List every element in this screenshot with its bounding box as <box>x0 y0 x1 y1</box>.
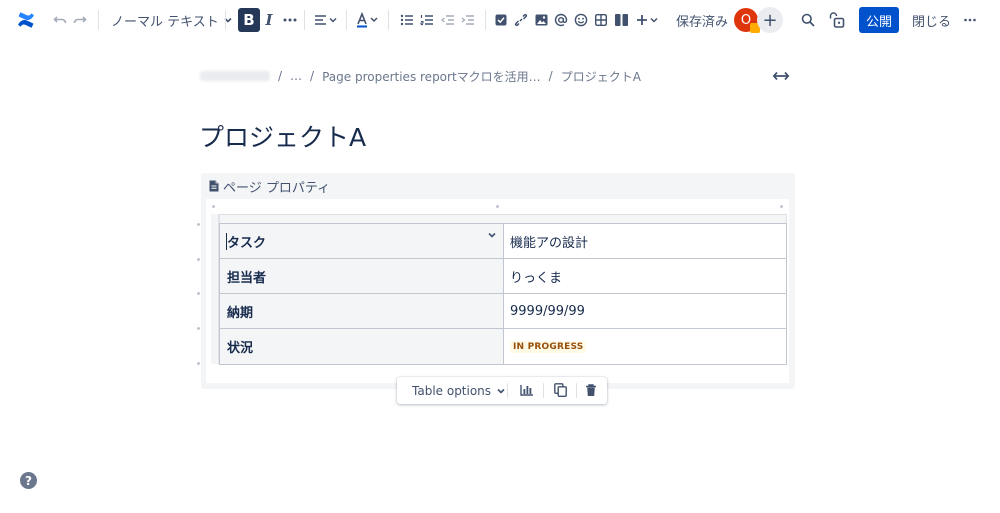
bold-button[interactable]: B <box>238 8 260 32</box>
breadcrumb-separator: / <box>278 69 283 83</box>
cell-text: 担当者 <box>227 270 267 286</box>
table-cell-value[interactable]: IN PROGRESS <box>504 329 786 364</box>
close-button[interactable]: 閉じる <box>912 8 951 32</box>
row-insert-dot[interactable] <box>197 258 200 261</box>
table-cell-value[interactable]: 機能アの設計 <box>504 224 786 258</box>
width-toggle-icon[interactable] <box>772 68 790 84</box>
outdent-icon[interactable] <box>440 8 456 32</box>
text-style-dropdown[interactable]: ノーマル テキスト <box>111 8 233 32</box>
page-icon <box>209 180 219 192</box>
toolbar-divider <box>507 383 508 398</box>
bullet-list-icon[interactable] <box>399 8 415 32</box>
link-icon[interactable] <box>513 8 529 32</box>
toolbar-divider <box>304 10 305 30</box>
row-insert-dot[interactable] <box>197 292 200 295</box>
cell-text: 9999/99/99 <box>510 303 585 319</box>
chevron-down-icon <box>497 388 505 394</box>
table-cell-value[interactable]: 9999/99/99 <box>504 294 786 328</box>
insert-icon[interactable] <box>635 8 661 32</box>
table-options-label: Table options <box>412 383 492 398</box>
text-color-icon[interactable] <box>355 8 381 32</box>
page-properties-macro[interactable]: ページ プロパティ タスク 機能アの設計 担当者 りっくま 納期 9999/99… <box>201 173 795 389</box>
align-icon[interactable] <box>313 8 339 32</box>
page-title[interactable]: プロジェクトA <box>199 118 366 154</box>
confluence-logo-icon[interactable] <box>14 8 38 32</box>
undo-icon[interactable] <box>52 8 68 32</box>
cell-text: 状況 <box>227 341 254 356</box>
cell-text: りっくま <box>510 270 563 286</box>
row-insert-dot[interactable] <box>197 223 200 226</box>
saved-status: 保存済み <box>676 14 729 30</box>
status-badge[interactable]: IN PROGRESS <box>510 340 587 353</box>
text-caret <box>226 233 227 250</box>
table-cell-value[interactable]: りっくま <box>504 259 786 293</box>
table-insert-dot[interactable] <box>780 205 783 208</box>
toolbar-divider <box>225 10 226 30</box>
publish-button[interactable]: 公開 <box>859 7 899 33</box>
table-rows: タスク 機能アの設計 担当者 りっくま 納期 9999/99/99 状況 IN … <box>219 223 787 365</box>
more-icon[interactable] <box>962 8 978 32</box>
breadcrumb-current[interactable]: プロジェクトA <box>561 68 641 85</box>
invite-button[interactable]: + <box>757 7 783 33</box>
italic-button[interactable]: I <box>262 8 276 32</box>
cell-text: タスク <box>227 235 267 251</box>
toolbar-divider <box>576 383 577 398</box>
table-cell-key[interactable]: 状況 <box>220 329 504 364</box>
macro-body: タスク 機能アの設計 担当者 りっくま 納期 9999/99/99 状況 IN … <box>206 199 789 383</box>
macro-title: ページ プロパティ <box>223 180 331 196</box>
restrictions-icon[interactable] <box>828 8 846 32</box>
chart-icon[interactable] <box>519 382 535 398</box>
table-cell-key[interactable]: 担当者 <box>220 259 504 293</box>
toolbar-divider <box>543 383 544 398</box>
breadcrumb-parent[interactable]: Page properties reportマクロを活用… <box>322 68 541 85</box>
cell-text: 納期 <box>227 305 254 321</box>
toolbar-divider <box>485 10 486 30</box>
search-icon[interactable] <box>800 8 816 32</box>
copy-icon[interactable] <box>552 382 568 398</box>
table-floating-toolbar: Table options <box>397 377 607 404</box>
numbered-list-icon[interactable] <box>419 8 435 32</box>
row-controls[interactable] <box>211 214 219 364</box>
table-insert-dot[interactable] <box>496 205 499 208</box>
table-icon[interactable] <box>593 8 609 32</box>
table-row: 担当者 りっくま <box>220 259 786 294</box>
indent-icon[interactable] <box>460 8 476 32</box>
mention-icon[interactable] <box>553 8 569 32</box>
redo-icon[interactable] <box>72 8 88 32</box>
cell-text: 機能アの設計 <box>510 235 589 251</box>
table-cell-key[interactable]: 納期 <box>220 294 504 328</box>
trash-icon[interactable] <box>583 382 599 398</box>
breadcrumb-ellipsis[interactable]: … <box>290 69 302 83</box>
breadcrumb: / … / Page properties reportマクロを活用… / プロ… <box>200 67 641 85</box>
text-style-label: ノーマル テキスト <box>111 14 219 30</box>
row-insert-dot[interactable] <box>197 327 200 330</box>
breadcrumb-separator: / <box>548 69 553 83</box>
toolbar-divider <box>98 10 99 30</box>
column-controls[interactable] <box>219 214 787 223</box>
toolbar-divider <box>346 10 347 30</box>
row-insert-dot[interactable] <box>197 362 200 365</box>
table-row: 納期 9999/99/99 <box>220 294 786 329</box>
breadcrumb-space-blurred[interactable] <box>200 71 270 81</box>
table-options-button[interactable]: Table options <box>412 377 506 404</box>
image-icon[interactable] <box>533 8 549 32</box>
task-icon[interactable] <box>493 8 509 32</box>
macro-header: ページ プロパティ <box>209 177 331 196</box>
toolbar-divider <box>388 10 389 30</box>
help-button[interactable]: ? <box>20 472 37 489</box>
layout-icon[interactable] <box>613 8 629 32</box>
table-row: タスク 機能アの設計 <box>220 224 786 259</box>
table-cell-key[interactable]: タスク <box>220 224 504 258</box>
breadcrumb-separator: / <box>310 69 315 83</box>
table-insert-dot[interactable] <box>212 205 215 208</box>
cell-options-chevron-icon[interactable] <box>485 228 499 242</box>
table-row: 状況 IN PROGRESS <box>220 329 786 364</box>
editor-toolbar: ノーマル テキスト B I 保存済み O + 公開 閉じる <box>0 0 1000 40</box>
more-formatting-icon[interactable] <box>282 8 298 32</box>
emoji-icon[interactable] <box>573 8 589 32</box>
